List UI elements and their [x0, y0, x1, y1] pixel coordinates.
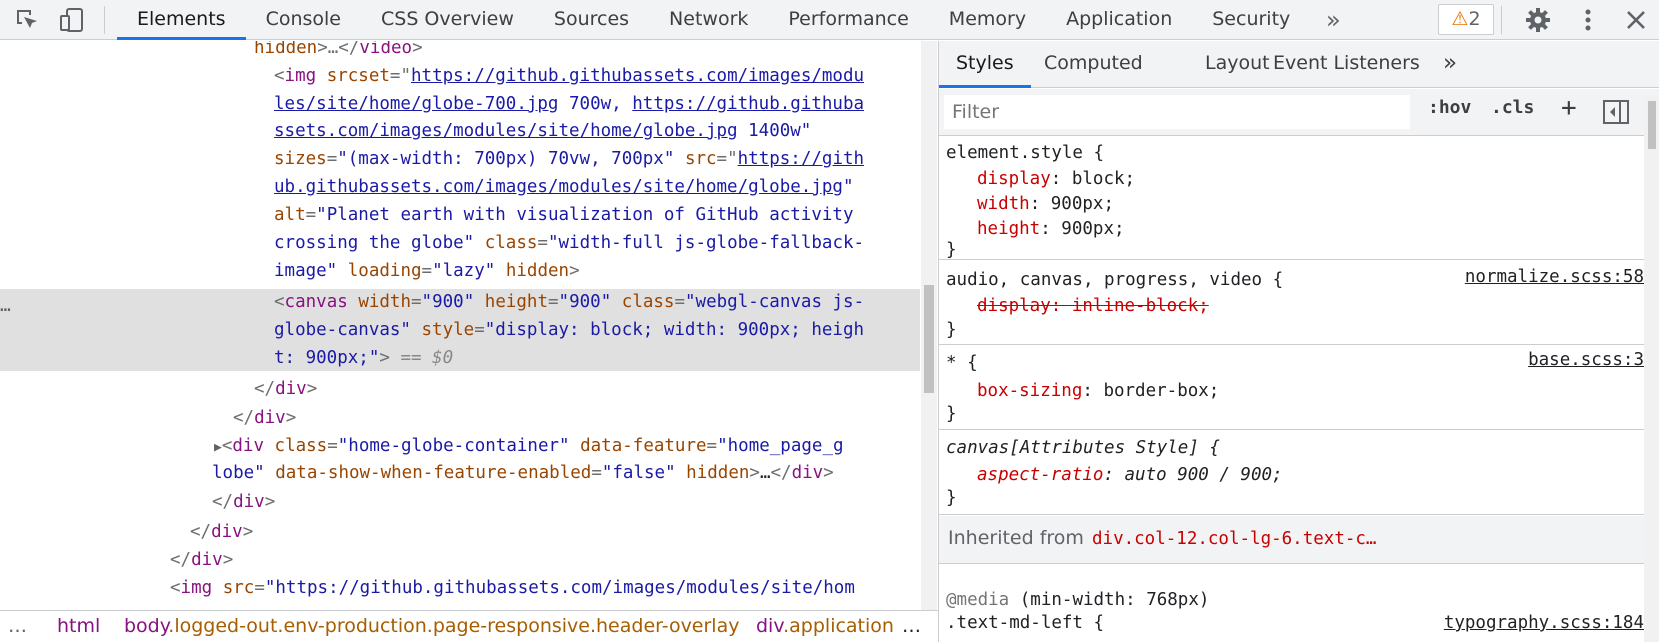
- dom-line[interactable]: alt="Planet earth with visualization of …: [274, 202, 854, 229]
- tab-security[interactable]: Security: [1192, 0, 1310, 40]
- dom-line-close[interactable]: </div>: [212, 489, 275, 516]
- node-actions-icon[interactable]: …: [0, 295, 11, 316]
- styles-filter-input[interactable]: Filter: [944, 95, 1410, 129]
- dom-line[interactable]: image" loading="lazy" hidden>: [274, 258, 580, 285]
- style-declaration[interactable]: width: 900px;: [977, 191, 1114, 217]
- dom-line[interactable]: <img src="https://github.githubassets.co…: [170, 575, 855, 602]
- style-rule-base: * { base.scss:3 box-sizing: border-box; …: [939, 346, 1644, 430]
- dom-line[interactable]: t: 900px;"> == $0: [274, 345, 453, 372]
- rule-selector[interactable]: * {: [946, 350, 978, 376]
- rule-selector[interactable]: canvas[Attributes Style] {: [946, 435, 1220, 461]
- dom-line-close[interactable]: </div>: [254, 376, 317, 403]
- warnings-count: 2: [1468, 8, 1481, 30]
- tab-console[interactable]: Console: [246, 0, 361, 40]
- more-sidebar-tabs-button[interactable]: »: [1443, 41, 1457, 88]
- style-declaration[interactable]: display: block;: [977, 166, 1135, 192]
- warnings-badge[interactable]: ⚠2: [1438, 4, 1494, 35]
- tab-sources[interactable]: Sources: [534, 0, 649, 40]
- tab-styles[interactable]: Styles: [939, 41, 1031, 88]
- rule-close: }: [946, 240, 957, 260]
- breadcrumb-overflow-right[interactable]: …: [902, 615, 921, 637]
- tab-performance[interactable]: Performance: [768, 0, 928, 40]
- tab-network[interactable]: Network: [649, 0, 768, 40]
- elements-scrollbar-thumb[interactable]: [924, 285, 934, 393]
- warning-icon: ⚠: [1451, 8, 1469, 30]
- devtools-toolbar: Elements Console CSS Overview Sources Ne…: [0, 0, 1659, 40]
- breadcrumb: … html body.logged-out.env-production.pa…: [0, 610, 938, 642]
- style-rule-normalize: audio, canvas, progress, video { normali…: [939, 261, 1644, 345]
- sidebar-tabs: Styles Computed Layout Event Listeners »: [939, 41, 1659, 88]
- inherited-node-link[interactable]: div.col-12.col-lg-6.text-c…: [1092, 529, 1376, 549]
- dom-line-globe-container[interactable]: ▶<div class="home-globe-container" data-…: [214, 433, 844, 460]
- toggle-sidebar-icon[interactable]: [1603, 100, 1629, 124]
- dom-line[interactable]: hidden>…</video>: [254, 41, 423, 62]
- tab-css-overview[interactable]: CSS Overview: [361, 0, 534, 40]
- dom-line[interactable]: globe-canvas" style="display: block; wid…: [274, 317, 864, 344]
- source-link[interactable]: normalize.scss:58: [1465, 267, 1644, 287]
- more-tabs-button[interactable]: »: [1326, 6, 1341, 34]
- style-rule-element-style: element.style { display: block; width: 9…: [939, 137, 1644, 260]
- device-toolbar-icon[interactable]: [58, 6, 86, 34]
- style-rule-attributes: canvas[Attributes Style] { aspect-ratio:…: [939, 431, 1644, 515]
- dom-line[interactable]: sizes="(max-width: 700px) 70vw, 700px" s…: [274, 146, 864, 173]
- styles-scrollbar-thumb[interactable]: [1648, 101, 1656, 149]
- dom-line-close[interactable]: </div>: [170, 547, 233, 574]
- dom-line-close[interactable]: </div>: [233, 405, 296, 432]
- tab-computed[interactable]: Computed: [1044, 41, 1143, 88]
- kebab-menu-icon[interactable]: [1574, 6, 1602, 34]
- rule-selector[interactable]: .text-md-left {: [946, 610, 1104, 636]
- rule-close: }: [946, 404, 957, 424]
- toolbar-divider: [104, 6, 105, 34]
- close-icon[interactable]: [1622, 6, 1650, 34]
- dom-tree[interactable]: … hidden>…</video> <img srcset="https://…: [0, 41, 920, 610]
- hover-state-toggle[interactable]: :hov: [1428, 97, 1471, 118]
- rule-selector[interactable]: audio, canvas, progress, video {: [946, 267, 1283, 293]
- inherited-label: Inherited from: [948, 527, 1084, 549]
- gear-icon[interactable]: [1524, 6, 1552, 34]
- rule-close: }: [946, 488, 957, 508]
- inherited-section-header: Inherited from div.col-12.col-lg-6.text-…: [939, 516, 1644, 564]
- expand-triangle-icon[interactable]: ▶: [214, 440, 222, 455]
- breadcrumb-overflow-left[interactable]: …: [8, 615, 27, 637]
- dom-line[interactable]: ssets.com/images/modules/site/home/globe…: [274, 118, 811, 145]
- source-link[interactable]: typography.scss:184: [1444, 613, 1644, 633]
- dom-line[interactable]: lobe" data-show-when-feature-enabled="fa…: [212, 460, 834, 487]
- style-declaration[interactable]: box-sizing: border-box;: [977, 378, 1219, 404]
- tab-event-listeners[interactable]: Event Listeners: [1273, 41, 1420, 88]
- rule-selector[interactable]: element.style {: [946, 140, 1104, 166]
- tab-layout[interactable]: Layout: [1205, 41, 1270, 88]
- rule-close: }: [946, 320, 957, 340]
- new-rule-button[interactable]: +: [1561, 93, 1577, 123]
- dom-line-canvas[interactable]: <canvas width="900" height="900" class="…: [274, 289, 864, 316]
- overridden-declaration[interactable]: display: inline-block;: [977, 293, 1209, 319]
- styles-filter-bar: Filter :hov .cls +: [939, 89, 1659, 136]
- tab-application[interactable]: Application: [1046, 0, 1192, 40]
- style-declaration[interactable]: aspect-ratio: auto 900 / 900;: [977, 462, 1283, 488]
- inspect-element-icon[interactable]: [13, 6, 41, 34]
- class-toggle[interactable]: .cls: [1491, 97, 1534, 118]
- dom-line[interactable]: crossing the globe" class="width-full js…: [274, 230, 864, 257]
- source-link[interactable]: base.scss:3: [1528, 350, 1644, 370]
- dom-line[interactable]: ub.githubassets.com/images/modules/site/…: [274, 174, 854, 201]
- panel-tabs: Elements Console CSS Overview Sources Ne…: [117, 0, 1310, 40]
- toolbar-divider: [1501, 6, 1502, 34]
- breadcrumb-item-body[interactable]: body.logged-out.env-production.page-resp…: [124, 615, 739, 637]
- tab-elements[interactable]: Elements: [117, 0, 246, 40]
- breadcrumb-item-div[interactable]: div.application: [756, 615, 894, 637]
- dom-line[interactable]: les/site/home/globe-700.jpg 700w, https:…: [274, 91, 864, 118]
- style-declaration[interactable]: height: 900px;: [977, 216, 1125, 242]
- dom-line-close[interactable]: </div>: [190, 519, 253, 546]
- tab-memory[interactable]: Memory: [929, 0, 1046, 40]
- styles-scrollbar[interactable]: [1644, 96, 1659, 642]
- styles-pane: Styles Computed Layout Event Listeners »…: [939, 41, 1659, 642]
- breadcrumb-item-html[interactable]: html: [57, 615, 100, 637]
- dom-line-img[interactable]: <img srcset="https://github.githubassets…: [274, 63, 864, 90]
